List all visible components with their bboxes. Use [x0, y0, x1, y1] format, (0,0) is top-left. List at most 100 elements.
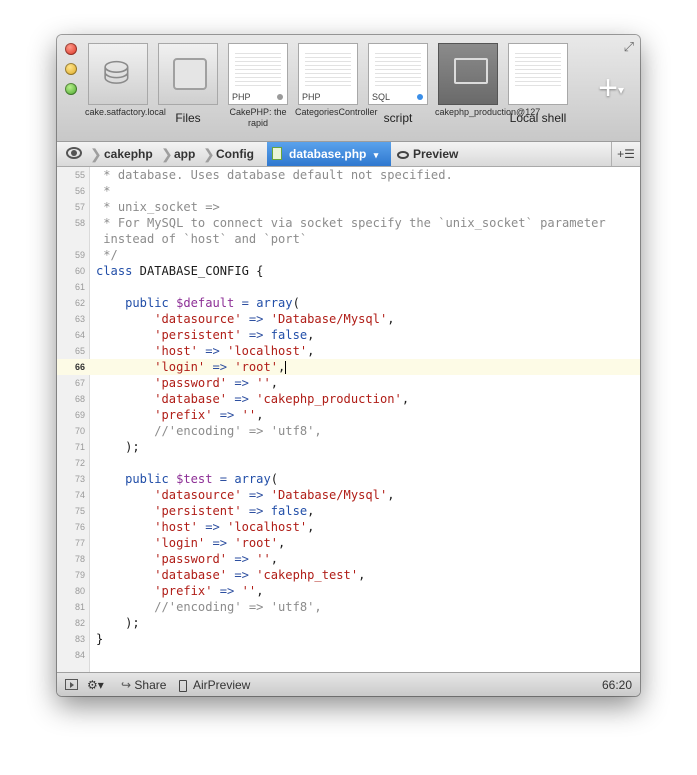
close-button[interactable]	[65, 43, 77, 55]
code-line[interactable]: 71 );	[57, 439, 640, 455]
breadcrumb-segment[interactable]: app	[174, 142, 195, 166]
code-line[interactable]: 64 'persistent' => false,	[57, 327, 640, 343]
code-text: class DATABASE_CONFIG {	[96, 263, 263, 279]
line-number: 63	[74, 314, 85, 324]
tab-tile-cakephp[interactable]: PHP CakePHP: the rapid	[225, 43, 291, 137]
tab-tile-terminal[interactable]: cakephp_production@127	[435, 43, 540, 137]
code-token: 'localhost'	[227, 520, 308, 534]
tab-tile-local-shell[interactable]: Local shell	[505, 43, 571, 137]
preview-lines	[235, 50, 281, 88]
code-line[interactable]: 72	[57, 455, 640, 471]
code-token: 'root'	[234, 360, 279, 374]
code-line[interactable]: 76 'host' => 'localhost',	[57, 519, 640, 535]
code-line[interactable]: 77 'login' => 'root',	[57, 535, 640, 551]
breadcrumb-segment[interactable]: Config	[216, 142, 254, 166]
line-number: 70	[74, 426, 85, 436]
line-number: 81	[74, 602, 85, 612]
code-line[interactable]: 73 public $test = array(	[57, 471, 640, 487]
play-icon[interactable]	[65, 679, 78, 690]
code-text: //'encoding' => 'utf8',	[96, 599, 321, 615]
tab-tile-server[interactable]: ⛁ cake.satfactory.local	[85, 43, 166, 137]
minimize-button[interactable]	[65, 63, 77, 75]
code-line[interactable]: 67 'password' => '',	[57, 375, 640, 391]
code-text: );	[96, 615, 140, 631]
code-line[interactable]: instead of `host` and `port`	[57, 231, 640, 247]
line-number: 62	[74, 298, 85, 308]
gear-icon[interactable]: ⚙▾	[87, 673, 104, 696]
breadcrumb-current-file[interactable]: database.php ▾	[267, 142, 391, 166]
code-token: 'prefix'	[96, 584, 213, 598]
code-line[interactable]: 78 'password' => '',	[57, 551, 640, 567]
preview-button[interactable]: Preview	[397, 142, 458, 166]
tab-toolbar: ⤢ ⛁ cake.satfactory.local Files PHP Cake…	[57, 35, 640, 142]
line-number: 74	[74, 490, 85, 500]
code-token: 'host'	[96, 344, 198, 358]
eye-icon[interactable]	[66, 147, 82, 159]
code-line[interactable]: 63 'datasource' => 'Database/Mysql',	[57, 311, 640, 327]
code-token: (	[292, 296, 300, 310]
code-token: =>	[197, 520, 228, 534]
code-line[interactable]: 84	[57, 647, 640, 663]
code-token: 'cakephp_production'	[256, 392, 402, 406]
monitor-icon	[454, 58, 488, 84]
line-number: 59	[74, 250, 85, 260]
code-line[interactable]: 62 public $default = array(	[57, 295, 640, 311]
code-line[interactable]: 55 * database. Uses database default not…	[57, 167, 640, 183]
code-token: class	[96, 264, 133, 278]
code-editor[interactable]: 55 * database. Uses database default not…	[57, 167, 640, 672]
path-bar: ❯ cakephp ❯ app ❯ Config database.php ▾ …	[57, 142, 640, 167]
tab-tile-controller[interactable]: PHP CategoriesController	[295, 43, 378, 137]
code-line[interactable]: 70 //'encoding' => 'utf8',	[57, 423, 640, 439]
code-line[interactable]: 60 class DATABASE_CONFIG {	[57, 263, 640, 279]
tab-tile-files[interactable]: Files	[155, 43, 221, 137]
fullscreen-icon[interactable]: ⤢	[624, 39, 634, 55]
code-line[interactable]: 65 'host' => 'localhost',	[57, 343, 640, 359]
line-number: 57	[74, 202, 85, 212]
tab-tile-script[interactable]: SQL script	[365, 43, 431, 137]
code-token: ,	[387, 312, 395, 326]
code-line[interactable]: 57 * unix_socket =>	[57, 199, 640, 215]
code-text: * For MySQL to connect via socket specif…	[96, 215, 605, 231]
code-text: * unix_socket =>	[96, 199, 220, 215]
code-line[interactable]: 69 'prefix' => '',	[57, 407, 640, 423]
line-number: 61	[74, 282, 85, 292]
code-token: =	[212, 472, 235, 486]
breadcrumb-segment[interactable]: cakephp	[104, 142, 153, 166]
line-number: 65	[74, 346, 85, 356]
code-line[interactable]: 56 *	[57, 183, 640, 199]
chevron-down-icon: ▾	[373, 150, 379, 160]
code-line[interactable]: 74 'datasource' => 'Database/Mysql',	[57, 487, 640, 503]
cursor-position: 66:20	[601, 678, 632, 692]
airpreview-button[interactable]: AirPreview	[179, 673, 250, 696]
preview-lines	[375, 50, 421, 88]
split-view-button[interactable]: +☰	[611, 142, 640, 166]
code-token: ''	[241, 408, 257, 422]
code-line[interactable]: 75 'persistent' => false,	[57, 503, 640, 519]
code-token: =>	[241, 328, 271, 342]
code-text: 'login' => 'root',	[96, 535, 285, 551]
code-text: 'login' => 'root',	[96, 359, 287, 375]
code-line[interactable]: 83}	[57, 631, 640, 647]
code-token: 'Database/Mysql'	[270, 312, 388, 326]
code-line[interactable]: 61	[57, 279, 640, 295]
line-number: 79	[74, 570, 85, 580]
code-token: =>	[241, 312, 271, 326]
share-button[interactable]: ↪ Share	[121, 673, 166, 696]
tab-caption: cake.satfactory.local	[85, 107, 166, 117]
code-line[interactable]: 58 * For MySQL to connect via socket spe…	[57, 215, 640, 231]
code-line[interactable]: 81 //'encoding' => 'utf8',	[57, 599, 640, 615]
code-line[interactable]: 66 'login' => 'root',	[57, 359, 640, 375]
preview-lines	[515, 50, 561, 88]
code-text: );	[96, 439, 140, 455]
code-token: ,	[278, 360, 286, 374]
zoom-button[interactable]	[65, 83, 77, 95]
code-line[interactable]: 59 */	[57, 247, 640, 263]
add-tab-button[interactable]: +▾	[598, 69, 624, 108]
code-line[interactable]: 79 'database' => 'cakephp_test',	[57, 567, 640, 583]
line-number: 60	[74, 266, 85, 276]
breadcrumb-separator-icon: ❯	[203, 146, 215, 162]
tab-type-tag: PHP	[232, 92, 251, 102]
code-line[interactable]: 80 'prefix' => '',	[57, 583, 640, 599]
code-line[interactable]: 82 );	[57, 615, 640, 631]
code-line[interactable]: 68 'database' => 'cakephp_production',	[57, 391, 640, 407]
